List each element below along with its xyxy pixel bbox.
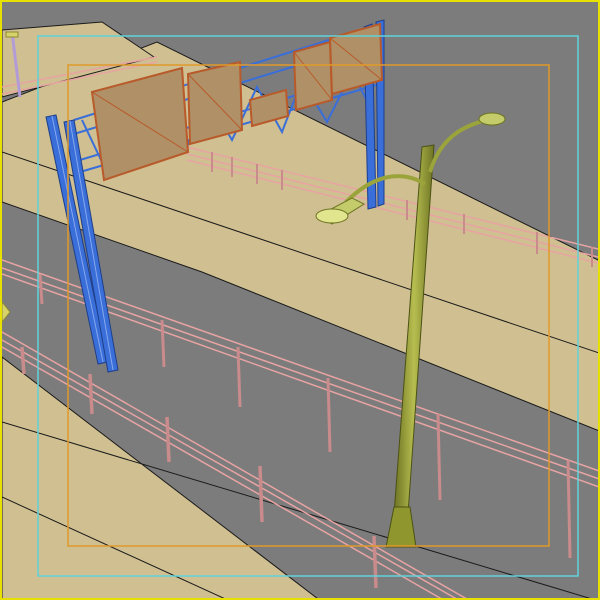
edge-marker xyxy=(2,301,11,323)
lamp-arm-right xyxy=(428,116,495,173)
sign-panel[interactable] xyxy=(186,60,244,146)
perspective-viewport[interactable] xyxy=(0,0,600,600)
sign-panel[interactable] xyxy=(292,40,334,112)
sign-panel[interactable] xyxy=(328,22,384,96)
lamp-head-right[interactable] xyxy=(478,112,506,126)
lower-road-deck[interactable] xyxy=(2,356,322,600)
lamp-base[interactable] xyxy=(385,506,417,548)
viewport-scene[interactable] xyxy=(2,2,600,600)
